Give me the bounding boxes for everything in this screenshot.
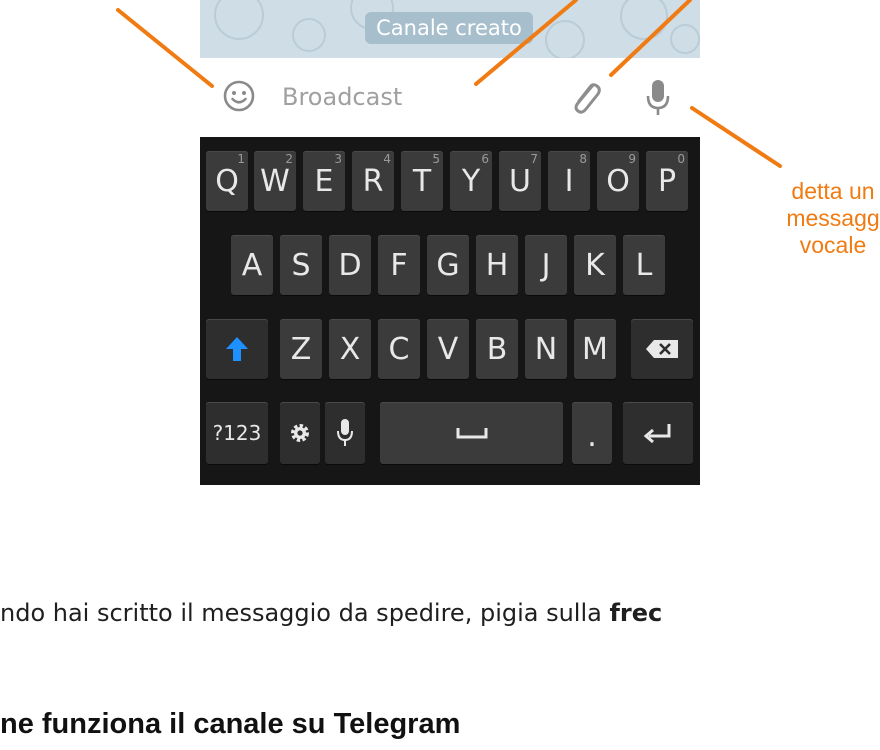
callout-line: messagg [786,205,880,231]
annotation-lines [116,0,782,168]
voice-message-callout: detta un messagg vocale [758,178,880,259]
callout-line: vocale [799,232,867,258]
callout-line: detta un [791,178,875,204]
article-paragraph: ndo hai scritto il messaggio da spedire,… [0,599,662,627]
paragraph-text: ndo hai scritto il messaggio da spedire,… [0,599,610,627]
section-heading: ne funziona il canale su Telegram [0,708,461,740]
paragraph-bold-text: frec [609,599,663,627]
